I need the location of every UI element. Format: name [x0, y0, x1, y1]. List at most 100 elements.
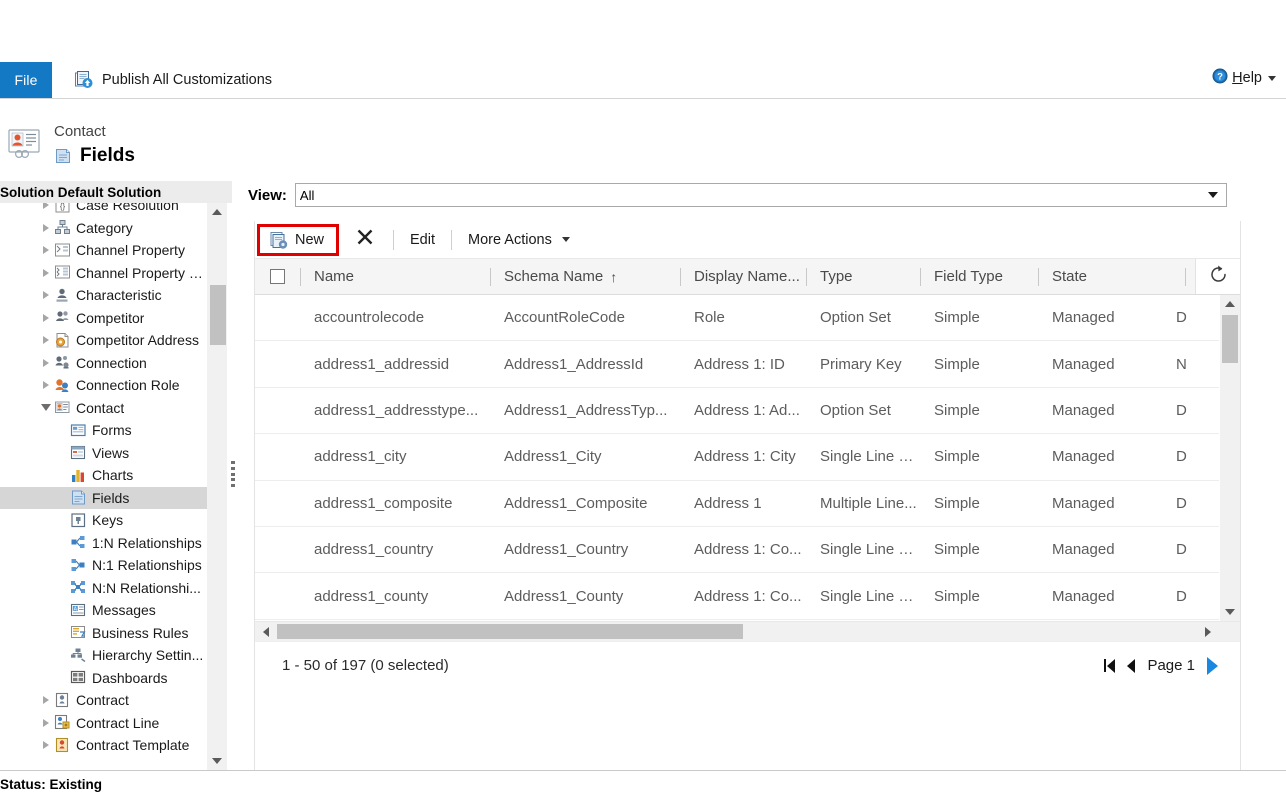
new-button[interactable]: New	[257, 223, 340, 256]
expand-collapse-icon[interactable]	[38, 262, 54, 284]
delete-button[interactable]	[347, 224, 383, 256]
tree-item-n-n-relationshi[interactable]: N:N Relationshi...	[0, 577, 208, 600]
refresh-button[interactable]	[1185, 259, 1240, 294]
grid-vertical-scrollbar[interactable]	[1220, 295, 1240, 621]
tree-item-competitor-address[interactable]: Competitor Address	[0, 329, 208, 352]
channel-property-group-icon	[54, 264, 71, 281]
select-all-checkbox[interactable]	[270, 269, 285, 284]
characteristic-icon	[54, 287, 71, 304]
table-cell: Address1_Country	[504, 541, 629, 559]
tree-item-characteristic[interactable]: Characteristic	[0, 284, 208, 307]
expand-collapse-icon[interactable]	[38, 397, 54, 419]
tree-scroll-thumb[interactable]	[210, 285, 226, 345]
expand-collapse-icon[interactable]	[38, 734, 54, 756]
column-header-state[interactable]: State	[1038, 259, 1162, 294]
view-label: View:	[248, 186, 287, 204]
grid-scroll-thumb[interactable]	[1222, 315, 1238, 363]
tree-item-forms[interactable]: Forms	[0, 419, 208, 442]
svg-text:?: ?	[1217, 72, 1223, 83]
tree-scroll-up-button[interactable]	[207, 203, 227, 221]
tree-item-label: Contact	[76, 399, 125, 416]
tree-item-label: Messages	[92, 602, 156, 619]
tree-item-keys[interactable]: Keys	[0, 509, 208, 532]
tree-item-competitor[interactable]: Competitor	[0, 307, 208, 330]
table-row[interactable]: address1_county Address1_County Address 1:…	[255, 573, 1219, 620]
tree-item-business-rules[interactable]: Business Rules	[0, 622, 208, 645]
chevron-down-icon	[561, 237, 570, 242]
column-header-display-name[interactable]: Display Name...	[680, 259, 806, 294]
header-divider	[1185, 268, 1186, 286]
tree-item-contact[interactable]: Contact	[0, 397, 208, 420]
table-cell: address1_addresstype...	[314, 401, 479, 419]
tree-item-channel-property-g[interactable]: Channel Property G...	[0, 262, 208, 285]
tree-item-contract-template[interactable]: Contract Template	[0, 734, 208, 757]
tree-item-label: Hierarchy Settin...	[92, 647, 204, 664]
expand-collapse-icon[interactable]	[38, 239, 54, 261]
expand-collapse-icon[interactable]	[38, 712, 54, 734]
tree-vertical-scrollbar[interactable]	[207, 203, 227, 770]
grid-horizontal-scrollbar[interactable]	[255, 621, 1240, 641]
expand-collapse-icon[interactable]	[38, 217, 54, 239]
help-button[interactable]: ? Help	[1212, 68, 1276, 88]
table-row[interactable]: address1_city Address1_City Address 1: Cit…	[255, 434, 1219, 481]
column-header-schema-name[interactable]: Schema Name ↑	[490, 259, 680, 294]
tree-item-dashboards[interactable]: Dashboards	[0, 667, 208, 690]
grid-scroll-left-button[interactable]	[257, 622, 275, 641]
publish-all-customizations-button[interactable]: Publish All Customizations	[68, 64, 278, 96]
delete-x-icon	[356, 228, 374, 251]
tree-item-1-n-relationships[interactable]: 1:N Relationships	[0, 532, 208, 555]
select-all-header-cell[interactable]	[255, 269, 300, 284]
grid-scroll-right-button[interactable]	[1199, 622, 1217, 641]
tree-item-contract[interactable]: Contract	[0, 689, 208, 712]
tree-item-hierarchy-settin[interactable]: Hierarchy Settin...	[0, 644, 208, 667]
prev-page-icon[interactable]	[1127, 658, 1136, 673]
column-header-label: Name	[314, 268, 355, 285]
expand-collapse-icon[interactable]	[38, 203, 54, 216]
grid-hscroll-thumb[interactable]	[277, 624, 743, 639]
tree-item-label: 1:N Relationships	[92, 534, 202, 551]
tree-item-connection-role[interactable]: Connection Role	[0, 374, 208, 397]
tree-item-n-1-relationships[interactable]: N:1 Relationships	[0, 554, 208, 577]
table-cell: Managed	[1052, 541, 1115, 559]
first-page-icon[interactable]	[1104, 658, 1116, 673]
tree-item-contract-line[interactable]: Contract Line	[0, 712, 208, 735]
tree-scroll-down-button[interactable]	[207, 752, 227, 770]
tree-item-charts[interactable]: Charts	[0, 464, 208, 487]
tree-item-channel-property[interactable]: Channel Property	[0, 239, 208, 262]
expand-collapse-icon[interactable]	[38, 374, 54, 396]
dashboards-icon	[70, 669, 87, 686]
tree-item-connection[interactable]: Connection	[0, 352, 208, 375]
charts-icon	[70, 467, 87, 484]
tree-item-views[interactable]: Views	[0, 442, 208, 465]
column-header-type[interactable]: Type	[806, 259, 920, 294]
next-page-icon[interactable]	[1207, 656, 1218, 675]
table-row[interactable]: address1_addressid Address1_AddressId Addr…	[255, 341, 1219, 388]
tree-item-category[interactable]: Category	[0, 217, 208, 240]
expand-collapse-icon[interactable]	[38, 329, 54, 351]
column-divider	[300, 267, 301, 286]
file-tab[interactable]: File	[0, 62, 52, 98]
tree-item-fields[interactable]: Fields	[0, 486, 208, 509]
column-header-name[interactable]: Name	[300, 259, 490, 294]
panel-splitter[interactable]	[230, 203, 236, 770]
more-actions-button[interactable]: More Actions	[462, 228, 576, 252]
table-row[interactable]: address1_country Address1_Country Address …	[255, 526, 1219, 574]
expand-collapse-icon[interactable]	[38, 689, 54, 711]
expand-collapse-icon[interactable]	[38, 284, 54, 306]
grid-scroll-up-button[interactable]	[1220, 295, 1240, 313]
grid-scroll-down-button[interactable]	[1220, 603, 1240, 621]
status-bar-label: Status: Existing	[0, 777, 103, 792]
table-cell: D	[1176, 541, 1187, 559]
edit-button[interactable]: Edit	[404, 228, 441, 252]
table-row[interactable]: address1_composite Address1_Composite Addr…	[255, 480, 1219, 527]
tree-item-case-resolution[interactable]: {} Case Resolution	[0, 203, 208, 217]
table-cell: D	[1176, 587, 1187, 605]
table-row[interactable]: address1_addresstype... Address1_AddressT…	[255, 387, 1219, 435]
expand-collapse-icon[interactable]	[38, 352, 54, 374]
expand-collapse-icon[interactable]	[38, 307, 54, 329]
table-row[interactable]: accountrolecode AccountRoleCode Role Option…	[255, 295, 1219, 342]
tree-item-messages[interactable]: A Messages	[0, 599, 208, 622]
view-select[interactable]: All	[294, 183, 1227, 207]
column-header-field-type[interactable]: Field Type	[920, 259, 1038, 294]
table-cell: Simple	[934, 494, 980, 512]
